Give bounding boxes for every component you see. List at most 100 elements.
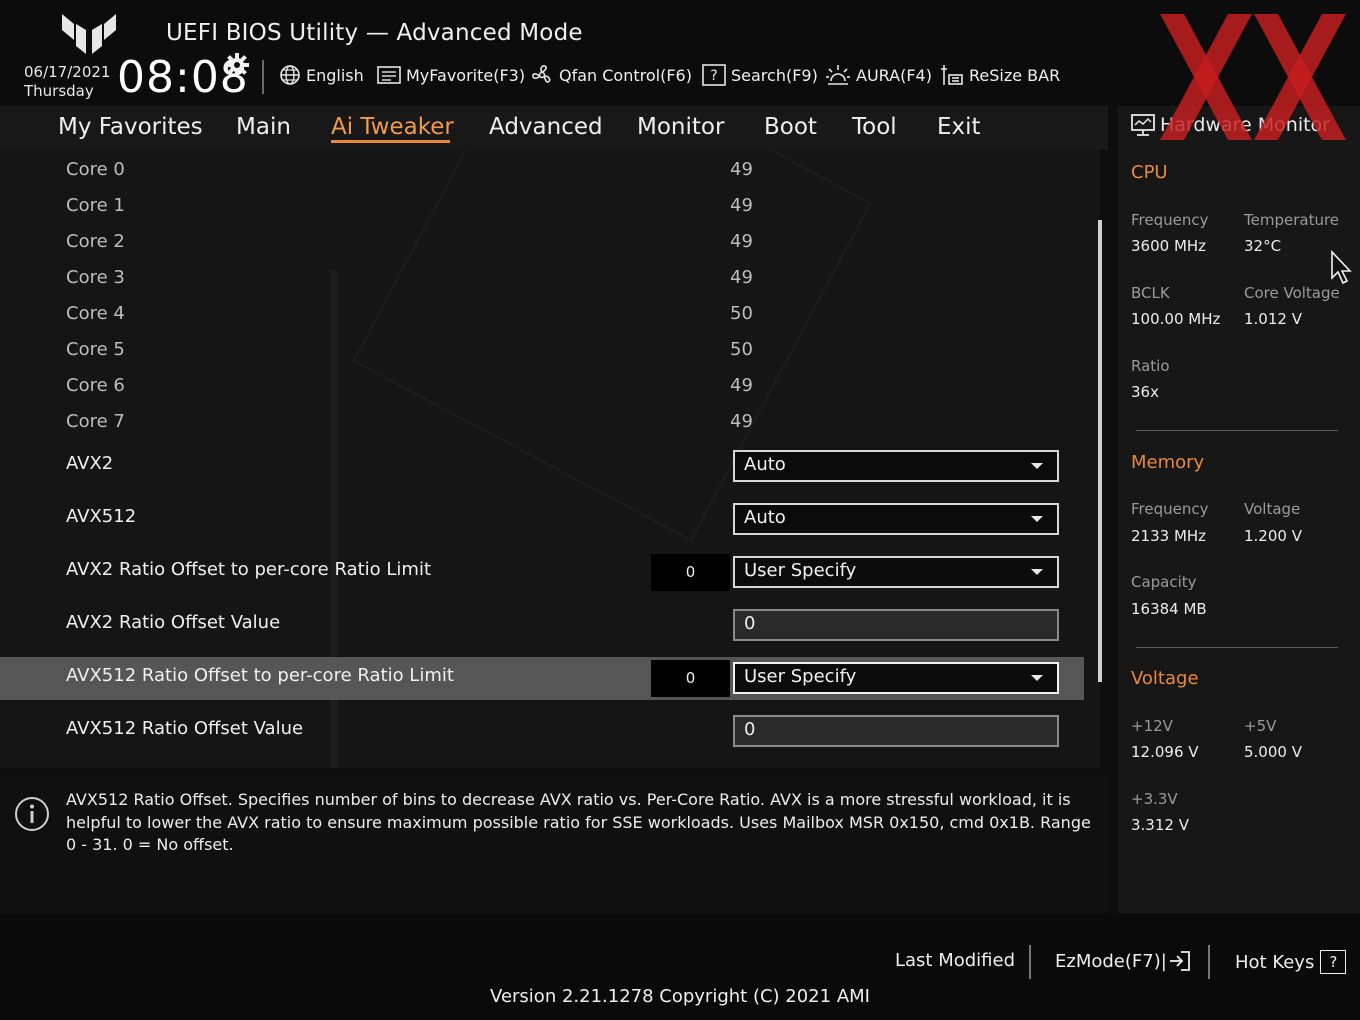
hot-keys-button[interactable]: Hot Keys ? (1235, 950, 1347, 974)
hw-cpu-ratio-value: 36x (1131, 383, 1159, 401)
core-5-label: Core 5 (66, 339, 125, 360)
core-0-ratio: 49 (730, 159, 753, 180)
version-copyright: Version 2.21.1278 Copyright (C) 2021 AMI (490, 986, 870, 1007)
hw-cpu-frequency-label: Frequency (1131, 211, 1209, 229)
avx2-ratio-offset-limit-value: User Specify (744, 560, 857, 581)
hw-memory-capacity-value: 16384 MB (1131, 600, 1207, 618)
hw-12v-label: +12V (1131, 717, 1173, 735)
day-display: Thursday (24, 82, 94, 100)
tab-exit[interactable]: Exit (937, 114, 981, 140)
ezmode-label: EzMode(F7)| (1055, 950, 1167, 972)
avx512-ratio-offset-value-input[interactable]: 0 (733, 715, 1059, 747)
hw-3v3-label: +3.3V (1131, 790, 1178, 808)
avx2-dropdown-value: Auto (744, 454, 786, 475)
resize-bar-label: ReSize BAR (969, 65, 1061, 85)
avx2-ratio-offset-value-input[interactable]: 0 (733, 609, 1059, 641)
hw-memory-frequency-label: Frequency (1131, 500, 1209, 518)
hw-memory-capacity-label: Capacity (1131, 573, 1197, 591)
core-3-label: Core 3 (66, 267, 125, 288)
footer-divider (1029, 945, 1031, 979)
globe-icon (280, 65, 300, 85)
tuf-logo-icon (62, 14, 116, 54)
hw-cpu-heading: CPU (1131, 162, 1168, 183)
avx512-ratio-offset-value-text: 0 (744, 719, 756, 740)
qfan-control-label: Qfan Control(F6) (559, 65, 692, 85)
date-display: 06/17/2021 (24, 63, 111, 81)
aura-button[interactable]: AURA(F4) (825, 62, 932, 88)
resize-bar-icon (941, 65, 963, 85)
search-label: Search(F9) (731, 65, 818, 85)
favorite-list-icon (377, 66, 401, 84)
monitor-screen-icon (1131, 114, 1155, 136)
exit-arrow-icon (1169, 951, 1190, 971)
fan-icon (532, 65, 551, 83)
ezmode-button[interactable]: EzMode(F7)| (1055, 950, 1191, 972)
hw-memory-frequency-value: 2133 MHz (1131, 527, 1207, 545)
core-1-ratio: 49 (730, 195, 753, 216)
core-1-label: Core 1 (66, 195, 125, 216)
avx512-ratio-offset-limit-dropdown[interactable]: User Specify (733, 662, 1059, 694)
hw-cpu-frequency-value: 3600 MHz (1131, 237, 1207, 255)
hot-keys-label: Hot Keys (1235, 951, 1315, 973)
chevron-down-icon (1031, 675, 1043, 681)
tab-tool[interactable]: Tool (852, 114, 897, 140)
core-5-ratio: 50 (730, 339, 753, 360)
help-description: AVX512 Ratio Offset. Specifies number of… (66, 790, 1091, 854)
main-tab-bar: My Favorites Main Ai Tweaker Advanced Mo… (0, 106, 1108, 150)
core-4-label: Core 4 (66, 303, 125, 324)
hw-cpu-temperature-label: Temperature (1244, 211, 1340, 229)
myfavorite-button[interactable]: MyFavorite(F3) (377, 62, 525, 88)
language-button[interactable]: English (279, 62, 364, 88)
search-button[interactable]: ? Search(F9) (702, 62, 818, 88)
chevron-down-icon (1031, 516, 1043, 522)
avx2-ratio-offset-current-value: 0 (651, 554, 730, 591)
avx512-ratio-offset-current-value: 0 (651, 660, 730, 697)
footer-divider (1208, 945, 1210, 979)
hw-cpu-core-voltage-label: Core Voltage (1244, 284, 1340, 302)
hw-memory-heading: Memory (1131, 452, 1205, 473)
help-question-icon: ? (1320, 950, 1347, 974)
clock-settings-gear-icon[interactable] (224, 52, 250, 78)
tab-my-favorites[interactable]: My Favorites (58, 114, 203, 140)
info-icon (15, 797, 49, 831)
hw-5v-label: +5V (1244, 717, 1277, 735)
avx512-dropdown-value: Auto (744, 507, 786, 528)
avx2-ratio-offset-limit-dropdown[interactable]: User Specify (733, 556, 1059, 588)
core-7-label: Core 7 (66, 411, 125, 432)
hw-cpu-bclk-value: 100.00 MHz (1131, 310, 1221, 328)
last-modified-button[interactable]: Last Modified (895, 950, 1015, 971)
hw-voltage-heading: Voltage (1131, 668, 1199, 689)
core-0-label: Core 0 (66, 159, 125, 180)
avx2-ratio-offset-value-label: AVX2 Ratio Offset Value (66, 612, 281, 633)
avx2-label: AVX2 (66, 453, 114, 474)
aura-label: AURA(F4) (856, 65, 932, 85)
tab-monitor[interactable]: Monitor (637, 114, 724, 140)
hw-cpu-bclk-label: BCLK (1131, 284, 1170, 302)
tab-boot[interactable]: Boot (764, 114, 817, 140)
tab-ai-tweaker[interactable]: Ai Tweaker (331, 114, 454, 140)
header-divider (262, 60, 264, 94)
active-tab-underline (331, 140, 450, 143)
core-2-label: Core 2 (66, 231, 125, 252)
avx512-ratio-offset-limit-label[interactable]: AVX512 Ratio Offset to per-core Ratio Li… (66, 665, 454, 686)
resize-bar-button[interactable]: ReSize BAR (940, 62, 1060, 88)
myfavorite-label: MyFavorite(F3) (406, 65, 526, 85)
mouse-cursor-icon (1331, 250, 1352, 285)
app-title: UEFI BIOS Utility — Advanced Mode (166, 20, 583, 46)
hw-cpu-core-voltage-value: 1.012 V (1244, 310, 1302, 328)
core-6-ratio: 49 (730, 375, 753, 396)
core-6-label: Core 6 (66, 375, 125, 396)
hw-12v-value: 12.096 V (1131, 743, 1199, 761)
avx2-dropdown[interactable]: Auto (733, 450, 1059, 482)
hw-divider (1136, 647, 1338, 648)
svg-text:?: ? (710, 68, 717, 84)
tab-main[interactable]: Main (236, 114, 291, 140)
avx2-ratio-offset-value-text: 0 (744, 613, 756, 634)
tab-advanced[interactable]: Advanced (489, 114, 603, 140)
settings-scrollbar[interactable] (1098, 220, 1102, 682)
qfan-control-button[interactable]: Qfan Control(F6) (530, 62, 692, 88)
avx512-dropdown[interactable]: Auto (733, 503, 1059, 535)
watermark-logo-icon (1160, 14, 1346, 140)
avx512-label: AVX512 (66, 506, 137, 527)
avx512-ratio-offset-limit-value: User Specify (744, 666, 857, 687)
